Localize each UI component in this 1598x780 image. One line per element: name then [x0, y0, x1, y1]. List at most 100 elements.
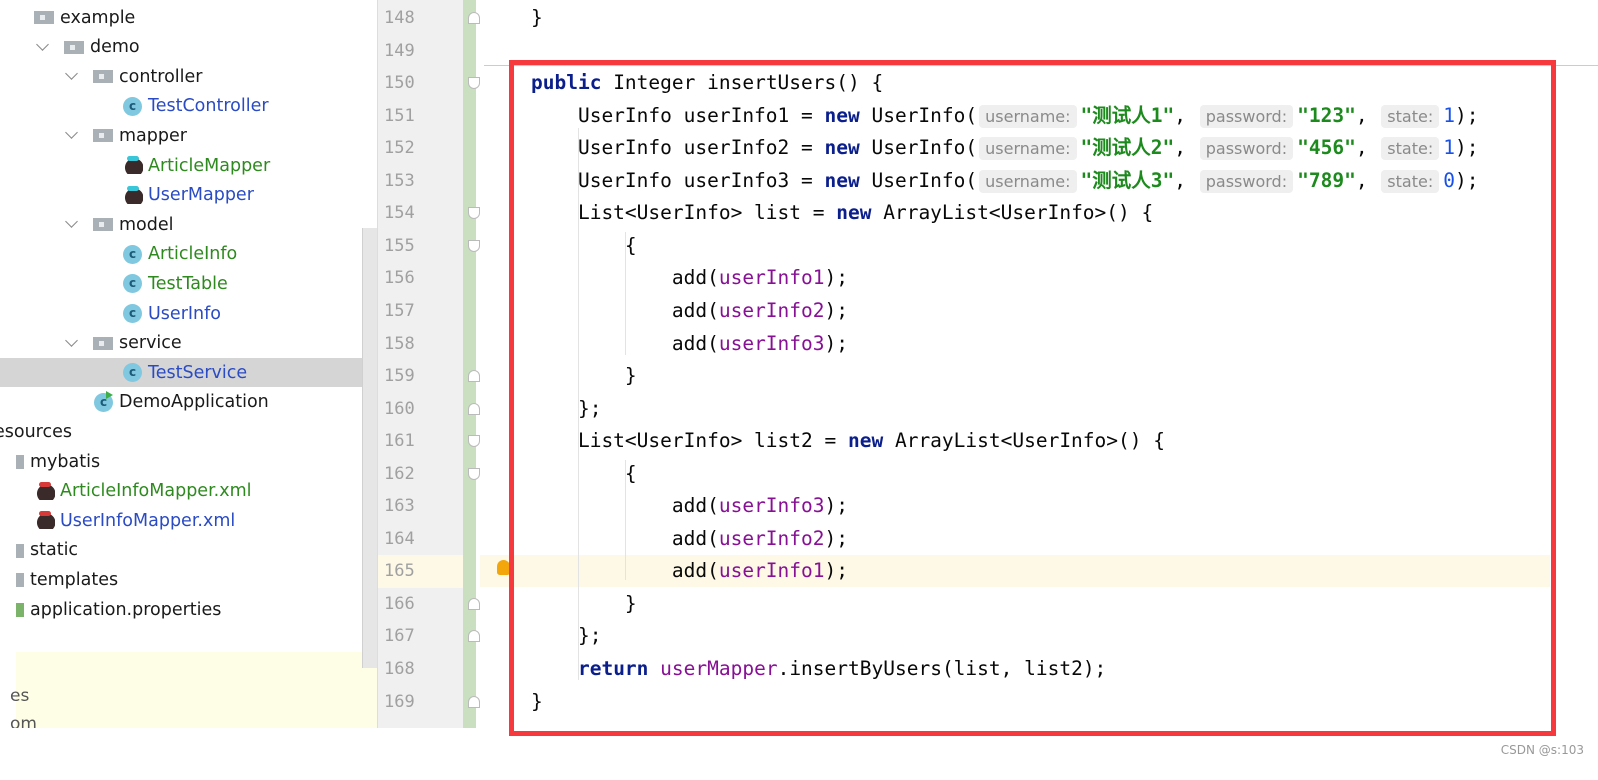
line-number: 157	[384, 300, 415, 321]
chevron-down-icon[interactable]	[65, 215, 78, 229]
line-number: 159	[384, 366, 415, 387]
fold-icon[interactable]	[468, 12, 480, 24]
tree-item-controller[interactable]: controller	[0, 62, 362, 91]
line-number: 162	[384, 463, 415, 484]
line-number: 163	[384, 496, 415, 517]
chevron-down-icon[interactable]	[36, 37, 49, 51]
class-icon: c	[123, 304, 142, 323]
tree-item-model[interactable]: model	[0, 210, 362, 239]
line-number: 155	[384, 235, 415, 256]
tree-item-label: UserMapper	[148, 185, 254, 206]
tree-item-esources[interactable]: esources	[0, 417, 362, 446]
chevron-down-icon[interactable]	[65, 67, 78, 81]
tree-item-userinfo[interactable]: c UserInfo	[0, 299, 362, 328]
chevron-down-icon[interactable]	[65, 333, 78, 347]
line-number: 160	[384, 398, 415, 419]
fold-icon[interactable]	[468, 77, 480, 90]
code-line[interactable]: }	[531, 2, 543, 34]
line-number: 148	[384, 8, 415, 28]
mybatis-icon	[121, 185, 143, 204]
folder-icon	[93, 70, 113, 84]
folder-icon	[34, 11, 54, 24]
line-number: 149	[384, 40, 415, 61]
tree-item-label: ArticleInfo	[148, 244, 238, 265]
line-number: 153	[384, 170, 415, 191]
tree-item-label: DemoApplication	[119, 392, 269, 413]
run-icon	[106, 390, 113, 399]
fold-icon[interactable]	[468, 370, 480, 383]
fold-icon[interactable]	[468, 435, 480, 448]
tree-item-label: model	[119, 214, 174, 235]
line-number: 151	[384, 105, 415, 126]
tree-item-articlemapper[interactable]: ArticleMapper	[0, 151, 362, 180]
tree-item-mybatis[interactable]: mybatis	[0, 447, 362, 476]
spring-app-class-icon: c	[94, 390, 113, 412]
bottom-panel-text: es	[10, 686, 30, 706]
folder-icon	[16, 455, 24, 469]
tree-item-userinfomapper-xml[interactable]: UserInfoMapper.xml	[0, 506, 362, 535]
tree-item-mapper[interactable]: mapper	[0, 121, 362, 150]
watermark: CSDN @s:103	[1500, 743, 1584, 757]
tree-item-example[interactable]: example	[0, 3, 362, 32]
tree-item-label: mapper	[119, 125, 187, 146]
tree-item-label: templates	[30, 569, 119, 590]
mybatis-icon	[33, 511, 55, 530]
mybatis-icon	[121, 156, 143, 174]
tree-item-articleinfomapper-xml[interactable]: ArticleInfoMapper.xml	[0, 477, 362, 506]
tree-item-label: esources	[0, 421, 72, 442]
folder-icon	[64, 40, 84, 54]
fold-icon[interactable]	[468, 402, 480, 415]
tree-item-service[interactable]: service	[0, 329, 362, 358]
line-number: 158	[384, 333, 415, 354]
tree-item-label: UserInfo	[148, 303, 222, 324]
line-number: 166	[384, 593, 415, 614]
bottom-panel-text: om	[10, 714, 37, 728]
class-icon: c	[123, 363, 142, 383]
line-number: 152	[384, 138, 415, 159]
fold-icon[interactable]	[468, 207, 480, 220]
tree-item-demoapplication[interactable]: c DemoApplication	[0, 388, 362, 417]
line-number: 150	[384, 73, 415, 94]
folder-icon	[16, 543, 24, 558]
fold-icon[interactable]	[468, 239, 480, 252]
tree-item-application-properties[interactable]: application.properties	[0, 595, 362, 624]
properties-file-icon	[16, 603, 24, 617]
class-icon: c	[123, 244, 142, 264]
chevron-down-icon[interactable]	[65, 126, 78, 140]
tree-item-label: service	[119, 333, 182, 354]
tree-item-usermapper[interactable]: UserMapper	[0, 181, 362, 210]
tree-item-demo[interactable]: demo	[0, 33, 362, 62]
vcs-change-marker	[463, 0, 476, 728]
folder-icon	[93, 129, 113, 143]
tree-item-testtable[interactable]: c TestTable	[0, 269, 362, 298]
tree-item-articleinfo[interactable]: c ArticleInfo	[0, 240, 362, 269]
tree-item-label: mybatis	[30, 451, 101, 472]
project-tree-panel: example demo controller c TestController mapp…	[0, 0, 377, 728]
folder-icon	[93, 218, 113, 232]
tree-item-label: ArticleMapper	[148, 155, 271, 176]
tree-item-label: TestService	[148, 362, 248, 383]
line-number: 154	[384, 203, 415, 224]
tree-item-templates[interactable]: templates	[0, 565, 362, 594]
folder-icon	[16, 573, 24, 588]
tree-item-testservice[interactable]: c TestService	[0, 358, 377, 388]
fold-icon[interactable]	[468, 597, 480, 610]
line-number: 156	[384, 268, 415, 289]
folder-icon	[93, 336, 113, 350]
fold-icon[interactable]	[468, 630, 480, 643]
line-number: 167	[384, 626, 415, 647]
tree-item-label: ArticleInfoMapper.xml	[60, 481, 252, 502]
tree-item-testcontroller[interactable]: c TestController	[0, 92, 362, 121]
tree-item-label: application.properties	[30, 599, 222, 620]
fold-icon[interactable]	[468, 695, 480, 708]
sidebar-scrollbar[interactable]	[362, 228, 377, 668]
tree-item-label: example	[60, 7, 136, 28]
code-token: }	[531, 6, 543, 29]
line-number: 164	[384, 528, 415, 549]
fold-icon[interactable]	[468, 467, 480, 480]
tree-item-label: UserInfoMapper.xml	[60, 510, 236, 531]
line-number: 168	[384, 659, 415, 679]
tree-item-static[interactable]: static	[0, 536, 362, 565]
tree-item-label: TestTable	[148, 273, 228, 294]
class-icon: c	[123, 96, 142, 116]
